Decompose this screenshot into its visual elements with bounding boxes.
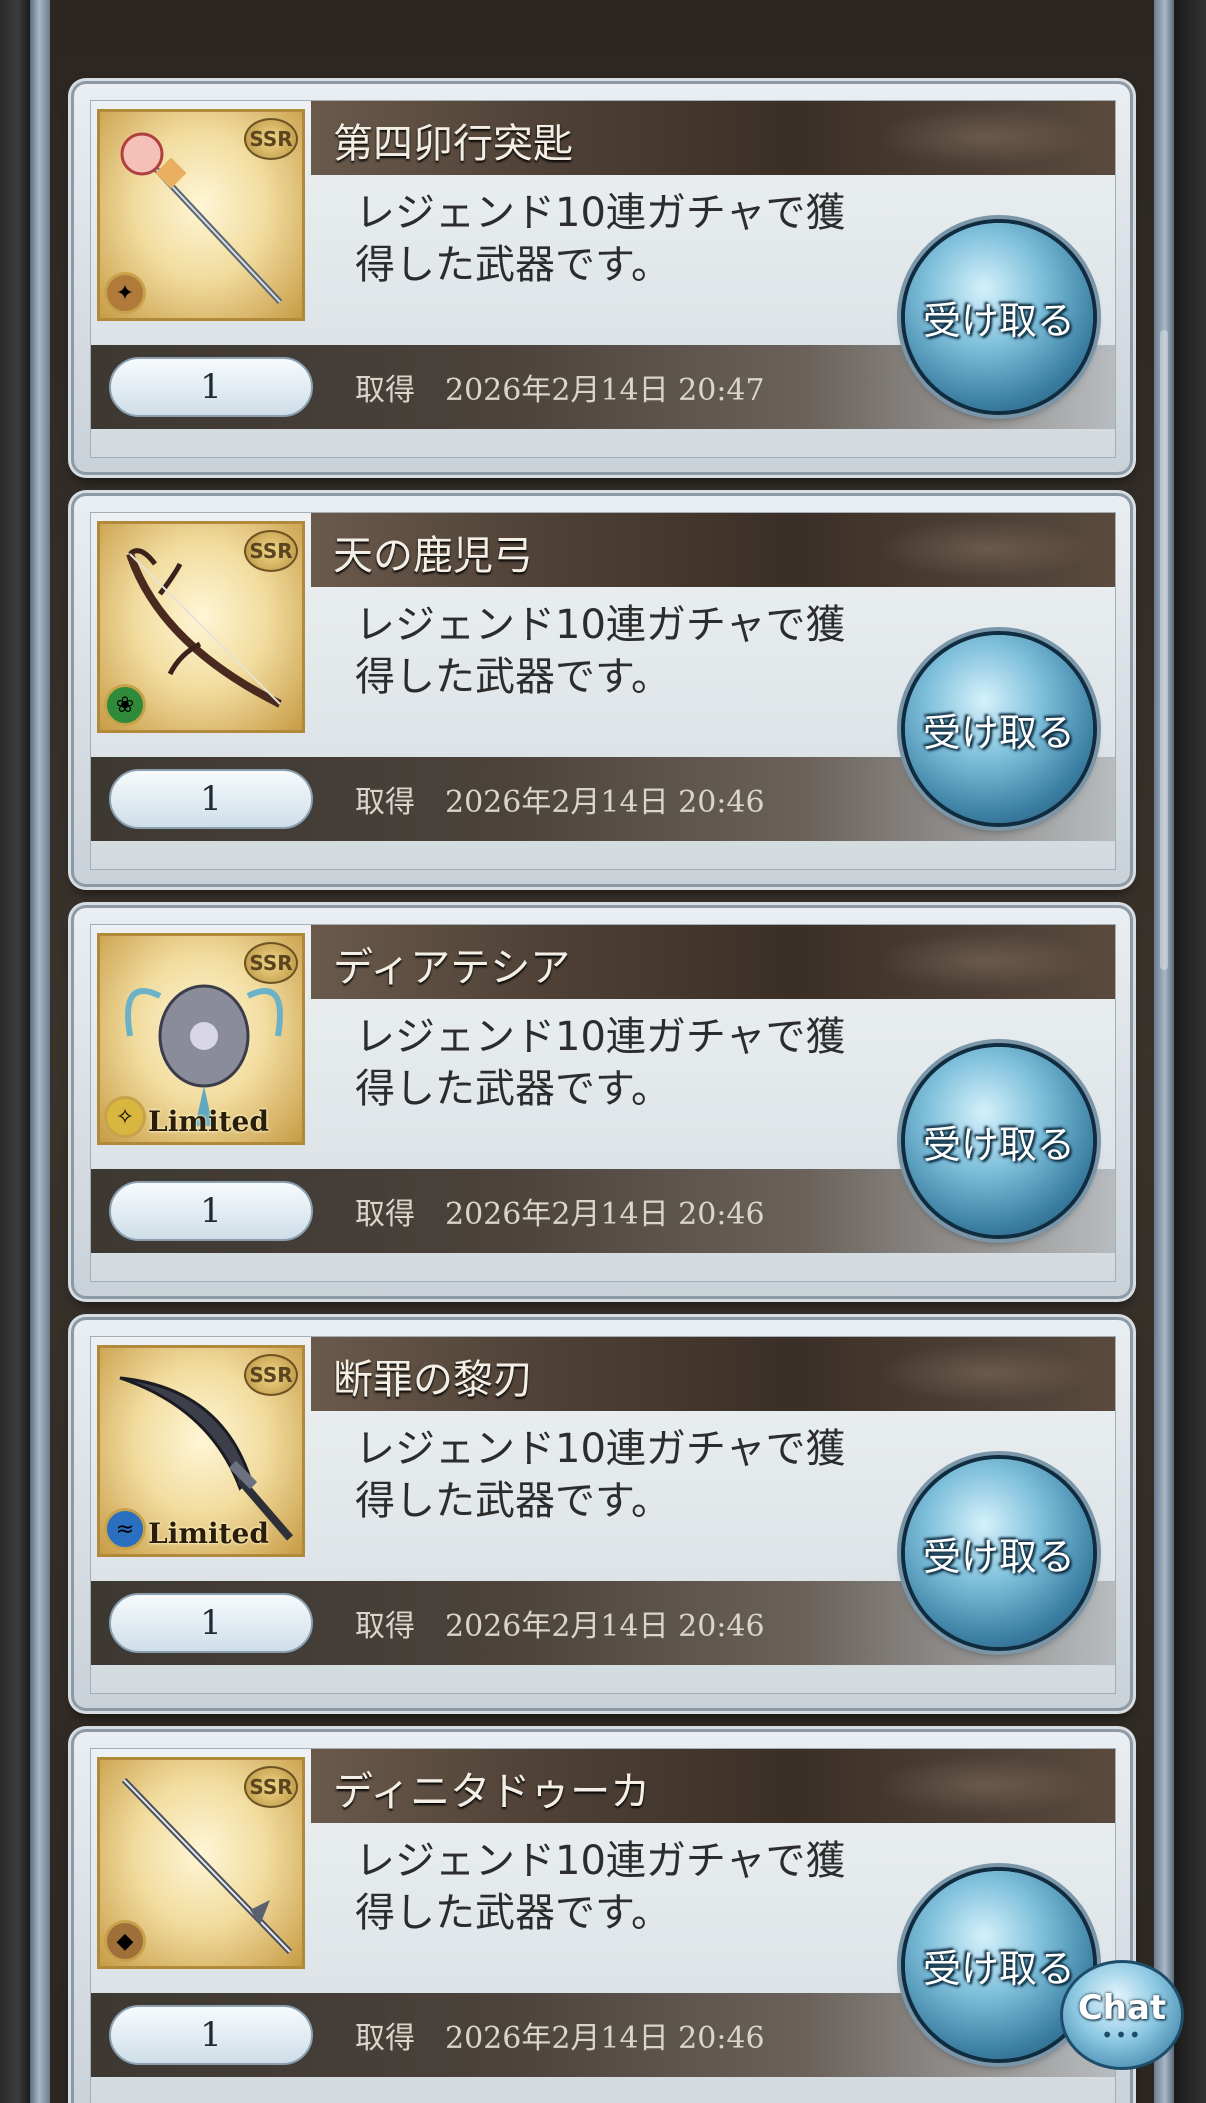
limited-label: Limited (148, 1105, 269, 1138)
list-item: 天の鹿児弓 SSR ❀ レジェンド10連ガチャで獲 得した武器です。 1 取得 … (74, 496, 1130, 884)
weapon-thumbnail[interactable]: SSR ≈ Limited (97, 1345, 305, 1557)
description-line: レジェンド10連ガチャで獲 (355, 1838, 846, 1884)
item-name: ディアテシア (333, 945, 571, 991)
right-edge (1174, 0, 1206, 2103)
title-bar: ディニタドゥーカ (311, 1749, 1115, 1823)
title-bar: 天の鹿児弓 (311, 513, 1115, 587)
acquired-date: 2026年2月14日 20:46 (445, 2021, 765, 2056)
receive-label: 受け取る (922, 298, 1075, 343)
item-description: レジェンド10連ガチャで獲 得した武器です。 (355, 1011, 895, 1115)
item-name: 第四卯行突匙 (333, 121, 573, 167)
receive-button[interactable]: 受け取る (905, 635, 1093, 823)
receive-label: 受け取る (922, 1122, 1075, 1167)
chat-button[interactable]: Chat ••• (1060, 1960, 1184, 2070)
description-line: レジェンド10連ガチャで獲 (355, 602, 846, 648)
acquired-date: 2026年2月14日 20:46 (445, 785, 765, 820)
earth-element-icon: ◆ (104, 1920, 146, 1962)
receive-button[interactable]: 受け取る (905, 223, 1093, 411)
description-line: 得した武器です。 (355, 1478, 671, 1524)
card-body: 断罪の黎刃 SSR ≈ Limited レジェンド10連ガチャで獲 得した武器で… (90, 1336, 1116, 1694)
acquired-label: 取得 (355, 785, 415, 820)
weapon-thumbnail[interactable]: SSR ◆ (97, 1757, 305, 1969)
acquired-label: 取得 (355, 1197, 415, 1232)
wind-element-icon: ❀ (104, 684, 146, 726)
acquired-date: 2026年2月14日 20:46 (445, 1609, 765, 1644)
ssr-badge: SSR (244, 942, 298, 984)
item-name: 天の鹿児弓 (333, 533, 533, 579)
acquired-label: 取得 (355, 1609, 415, 1644)
item-count: 1 (109, 769, 313, 829)
acquired-date: 2026年2月14日 20:47 (445, 373, 765, 408)
light-element-icon: ✧ (104, 1096, 146, 1138)
acquired-date: 2026年2月14日 20:46 (445, 1197, 765, 1232)
acquired-label: 取得 (355, 373, 415, 408)
list-item: ディアテシア SSR ✧ Limited レジェンド10連ガチャで獲 得した武器 (74, 908, 1130, 1296)
ssr-badge: SSR (244, 1354, 298, 1396)
item-list-panel[interactable]: 第四卯行突匙 SSR ✦ レジェンド10連ガチャで獲 得した武器です。 1 取得… (50, 0, 1154, 2103)
card-body: ディニタドゥーカ SSR ◆ レジェンド10連ガチャで獲 得した武器です。 1 … (90, 1748, 1116, 2103)
title-bar: ディアテシア (311, 925, 1115, 999)
weapon-thumbnail[interactable]: SSR ✦ (97, 109, 305, 321)
card-body: 天の鹿児弓 SSR ❀ レジェンド10連ガチャで獲 得した武器です。 1 取得 … (90, 512, 1116, 870)
description-line: 得した武器です。 (355, 1066, 671, 1112)
description-line: 得した武器です。 (355, 242, 671, 288)
title-bar: 第四卯行突匙 (311, 101, 1115, 175)
item-name: ディニタドゥーカ (333, 1769, 651, 1815)
item-count: 1 (109, 357, 313, 417)
acquired-label: 取得 (355, 2021, 415, 2056)
acquired-info: 取得 2026年2月14日 20:46 (355, 2013, 765, 2057)
receive-label: 受け取る (922, 1946, 1075, 1991)
description-line: レジェンド10連ガチャで獲 (355, 190, 846, 236)
weapon-thumbnail[interactable]: SSR ✧ Limited (97, 933, 305, 1145)
weapon-thumbnail[interactable]: SSR ❀ (97, 521, 305, 733)
description-line: レジェンド10連ガチャで獲 (355, 1426, 846, 1472)
acquired-info: 取得 2026年2月14日 20:46 (355, 777, 765, 821)
item-count: 1 (109, 2005, 313, 2065)
scrollbar-thumb[interactable] (1160, 330, 1168, 970)
item-count: 1 (109, 1593, 313, 1653)
description-line: 得した武器です。 (355, 654, 671, 700)
fire-element-icon: ✦ (104, 272, 146, 314)
description-line: 得した武器です。 (355, 1890, 671, 1936)
gift-box-screen: 第四卯行突匙 SSR ✦ レジェンド10連ガチャで獲 得した武器です。 1 取得… (0, 0, 1206, 2103)
item-name: 断罪の黎刃 (333, 1357, 533, 1403)
ssr-badge: SSR (244, 1766, 298, 1808)
left-rail (30, 0, 50, 2103)
list-item: 第四卯行突匙 SSR ✦ レジェンド10連ガチャで獲 得した武器です。 1 取得… (74, 84, 1130, 472)
list-item: ディニタドゥーカ SSR ◆ レジェンド10連ガチャで獲 得した武器です。 1 … (74, 1732, 1130, 2103)
ssr-badge: SSR (244, 530, 298, 572)
list-item: 断罪の黎刃 SSR ≈ Limited レジェンド10連ガチャで獲 得した武器で… (74, 1320, 1130, 1708)
item-description: レジェンド10連ガチャで獲 得した武器です。 (355, 187, 895, 291)
receive-button[interactable]: 受け取る (905, 1047, 1093, 1235)
item-description: レジェンド10連ガチャで獲 得した武器です。 (355, 1423, 895, 1527)
limited-label: Limited (148, 1517, 269, 1550)
card-body: 第四卯行突匙 SSR ✦ レジェンド10連ガチャで獲 得した武器です。 1 取得… (90, 100, 1116, 458)
acquired-info: 取得 2026年2月14日 20:46 (355, 1189, 765, 1233)
item-count: 1 (109, 1181, 313, 1241)
receive-button[interactable]: 受け取る (905, 1459, 1093, 1647)
receive-label: 受け取る (922, 710, 1075, 755)
acquired-info: 取得 2026年2月14日 20:47 (355, 365, 765, 409)
title-bar: 断罪の黎刃 (311, 1337, 1115, 1411)
acquired-info: 取得 2026年2月14日 20:46 (355, 1601, 765, 1645)
chat-dots-icon: ••• (1101, 2023, 1143, 2047)
receive-label: 受け取る (922, 1534, 1075, 1579)
water-element-icon: ≈ (104, 1508, 146, 1550)
card-body: ディアテシア SSR ✧ Limited レジェンド10連ガチャで獲 得した武器 (90, 924, 1116, 1282)
chat-label: Chat (1077, 1988, 1167, 2028)
item-description: レジェンド10連ガチャで獲 得した武器です。 (355, 599, 895, 703)
item-description: レジェンド10連ガチャで獲 得した武器です。 (355, 1835, 895, 1939)
right-rail (1154, 0, 1174, 2103)
ssr-badge: SSR (244, 118, 298, 160)
left-edge (0, 0, 30, 2103)
description-line: レジェンド10連ガチャで獲 (355, 1014, 846, 1060)
